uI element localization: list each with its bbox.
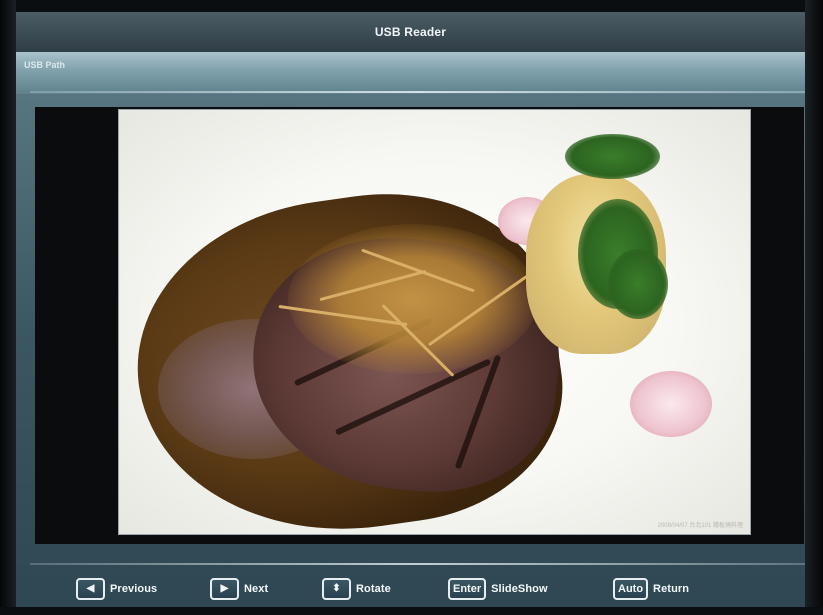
divider-top (30, 91, 805, 93)
previous-label: Previous (110, 583, 158, 595)
rotate-label: Rotate (356, 583, 391, 595)
tv-bezel-top (0, 0, 823, 12)
left-arrow-icon: ◀ (76, 578, 105, 600)
usb-path-label: USB Path (24, 60, 66, 70)
window-title: USB Reader (374, 25, 447, 39)
usb-reader-screen: USB Reader USB Path 2009/04/07 台北101 鐵板燒… (16, 12, 805, 607)
control-bar: ◀ Previous ▶ Next ⬍ Rotate Enter SlideSh… (16, 572, 805, 606)
rotate-button[interactable]: ⬍ Rotate (322, 577, 391, 601)
photo-image[interactable]: 2009/04/07 台北101 鐵板燒料理 (118, 109, 751, 535)
next-button[interactable]: ▶ Next (210, 577, 268, 601)
up-down-arrow-icon: ⬍ (322, 578, 351, 600)
photo-viewer: 2009/04/07 台北101 鐵板燒料理 (35, 107, 804, 544)
tv-bezel-right (805, 0, 823, 615)
tv-bezel-bottom (0, 607, 823, 615)
photo-frame (118, 109, 751, 535)
auto-key: Auto (613, 578, 649, 600)
tv-bezel-left (0, 0, 16, 615)
divider-bottom (30, 563, 805, 565)
right-arrow-icon: ▶ (210, 578, 239, 600)
return-button[interactable]: Auto Return (613, 577, 689, 601)
return-label: Return (653, 583, 690, 595)
title-bar: USB Reader (16, 12, 805, 53)
path-strip (16, 52, 805, 94)
enter-key: Enter (448, 578, 487, 600)
previous-button[interactable]: ◀ Previous (76, 577, 157, 601)
slideshow-label: SlideShow (491, 583, 548, 595)
slideshow-button[interactable]: Enter SlideShow (448, 577, 548, 601)
next-label: Next (244, 583, 269, 595)
